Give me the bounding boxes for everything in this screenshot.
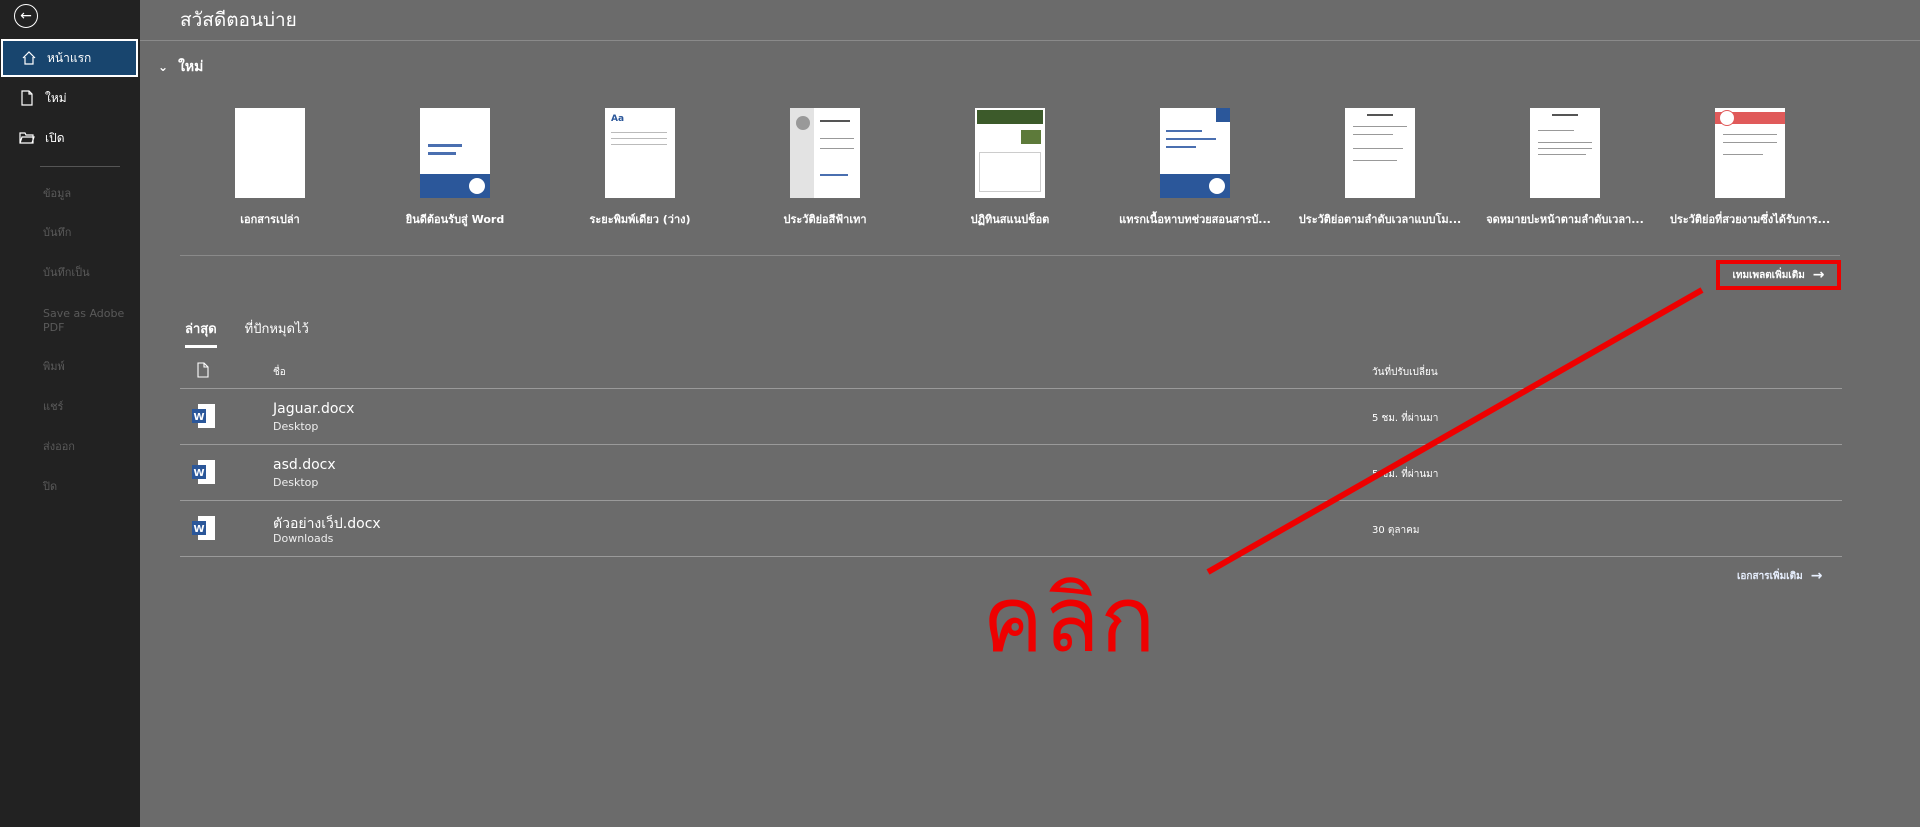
file-list-header: ชื่อ วันที่ปรับเปลี่ยน xyxy=(180,360,1842,389)
template-label: เอกสารเปล่า xyxy=(240,213,300,226)
template-thumbnail xyxy=(790,108,860,198)
file-modified: 30 ตุลาคม xyxy=(1372,525,1420,536)
file-modified: 5 ชม. ที่ผ่านมา xyxy=(1372,469,1439,480)
template-thumbnail xyxy=(1530,108,1600,198)
template-thumbnail xyxy=(975,108,1045,198)
template-thumbnail xyxy=(1715,108,1785,198)
sidebar-item-close[interactable]: ปิด xyxy=(43,480,133,494)
template-label: แทรกเนื้อหาบทช่วยสอนสารบั... xyxy=(1119,213,1271,226)
file-modified: 5 ชม. ที่ผ่านมา xyxy=(1372,413,1439,424)
template-polished-resume[interactable]: ประวัติย่อที่สวยงามซึ่งได้รับการ... xyxy=(1665,108,1835,228)
template-label: ประวัติย่อสีฟ้าเทา xyxy=(783,213,867,226)
sidebar-item-save-as-pdf[interactable]: Save as Adobe PDF xyxy=(43,307,133,335)
template-blue-grey-resume[interactable]: ประวัติย่อสีฟ้าเทา xyxy=(740,108,910,228)
template-thumbnail xyxy=(1345,108,1415,198)
word-doc-icon: W xyxy=(192,459,216,485)
file-location: Desktop xyxy=(273,476,319,489)
file-icon xyxy=(196,362,210,381)
file-location: Desktop xyxy=(273,420,319,433)
sidebar-item-save-as[interactable]: บันทึกเป็น xyxy=(43,266,133,280)
greeting-title: สวัสดีตอนบ่าย xyxy=(180,9,297,31)
file-row[interactable]: W Jaguar.docx Desktop 5 ชม. ที่ผ่านมา xyxy=(180,389,1842,445)
new-section-toggle[interactable]: ⌄ ใหม่ xyxy=(158,56,203,78)
template-welcome[interactable]: ยินดีต้อนรับสู่ Word xyxy=(370,108,540,228)
template-snapshot-calendar[interactable]: ปฏิทินสแนปช็อต xyxy=(925,108,1095,228)
svg-text:W: W xyxy=(193,524,204,535)
more-documents-link[interactable]: เอกสารเพิ่มเติม → xyxy=(1737,568,1822,584)
sidebar-divider xyxy=(40,166,120,167)
folder-open-icon xyxy=(19,130,39,146)
sidebar-item-new[interactable]: ใหม่ xyxy=(1,79,138,117)
template-label: ปฏิทินสแนปช็อต xyxy=(970,213,1050,226)
sidebar-item-label: ใหม่ xyxy=(45,90,67,105)
template-thumbnail xyxy=(1160,108,1230,198)
recent-tabs: ล่าสุด ที่ปักหมุดไว้ xyxy=(185,318,309,348)
template-label: ประวัติย่อที่สวยงามซึ่งได้รับการ... xyxy=(1669,213,1831,226)
sidebar-item-save[interactable]: บันทึก xyxy=(43,226,133,240)
home-icon xyxy=(21,50,41,66)
templates-divider xyxy=(180,255,1840,256)
more-templates-link[interactable]: เทมเพลตเพิ่มเติม → xyxy=(1716,260,1841,290)
template-modern-chronological-resume[interactable]: ประวัติย่อตามลำดับเวลาแบบโม... xyxy=(1295,108,1465,228)
new-doc-icon xyxy=(19,90,39,106)
template-thumbnail xyxy=(420,108,490,198)
sidebar-item-label: เปิด xyxy=(45,130,65,145)
sidebar-item-label: หน้าแรก xyxy=(47,50,92,65)
word-doc-icon: W xyxy=(192,515,216,541)
file-row[interactable]: W asd.docx Desktop 5 ชม. ที่ผ่านมา xyxy=(180,445,1842,501)
sidebar-item-export[interactable]: ส่งออก xyxy=(43,440,133,454)
more-documents-label: เอกสารเพิ่มเติม xyxy=(1737,570,1803,582)
main-area: สวัสดีตอนบ่าย ⌄ ใหม่ เอกสารเปล่า ยินดีต้… xyxy=(140,0,1920,827)
header-divider xyxy=(140,40,1920,41)
tab-recent[interactable]: ล่าสุด xyxy=(185,318,217,348)
column-header-name[interactable]: ชื่อ xyxy=(273,365,286,380)
template-chronological-cover-letter[interactable]: จดหมายปะหน้าตามลำดับเวลา... xyxy=(1480,108,1650,228)
back-arrow-icon[interactable]: ← xyxy=(14,4,38,28)
tab-pinned[interactable]: ที่ปักหมุดไว้ xyxy=(245,318,309,348)
template-toc-tutorial[interactable]: แทรกเนื้อหาบทช่วยสอนสารบั... xyxy=(1110,108,1280,228)
template-label: จดหมายปะหน้าตามลำดับเวลา... xyxy=(1486,213,1644,226)
chevron-down-icon: ⌄ xyxy=(158,60,169,74)
file-name: Jaguar.docx xyxy=(273,401,355,417)
template-label: ประวัติย่อตามลำดับเวลาแบบโม... xyxy=(1298,213,1462,226)
sidebar-item-info[interactable]: ข้อมูล xyxy=(43,187,133,201)
more-templates-label: เทมเพลตเพิ่มเติม xyxy=(1732,269,1805,281)
backstage-sidebar: ← หน้าแรก ใหม่ เปิด ข้อมูล บันทึก บันทึก… xyxy=(0,0,140,827)
word-doc-icon: W xyxy=(192,403,216,429)
column-header-modified[interactable]: วันที่ปรับเปลี่ยน xyxy=(1372,365,1438,380)
sidebar-item-share[interactable]: แชร์ xyxy=(43,400,133,414)
sidebar-item-print[interactable]: พิมพ์ xyxy=(43,360,133,374)
sidebar-item-home[interactable]: หน้าแรก xyxy=(1,39,138,77)
arrow-right-icon: → xyxy=(1810,568,1823,584)
file-name: asd.docx xyxy=(273,457,336,473)
template-label: ระยะพิมพ์เดียว (ว่าง) xyxy=(589,213,691,226)
svg-text:W: W xyxy=(193,468,204,479)
template-blank[interactable]: เอกสารเปล่า xyxy=(185,108,355,228)
file-location: Downloads xyxy=(273,532,334,545)
svg-text:W: W xyxy=(193,412,204,423)
new-section-title: ใหม่ xyxy=(178,59,204,75)
arrow-right-icon: → xyxy=(1812,267,1825,283)
template-thumbnail xyxy=(235,108,305,198)
annotation-click-text: คลิก xyxy=(982,566,1156,673)
template-thumbnail: Aa xyxy=(605,108,675,198)
template-single-spaced[interactable]: Aa ระยะพิมพ์เดียว (ว่าง) xyxy=(555,108,725,228)
sidebar-item-open[interactable]: เปิด xyxy=(1,119,138,157)
template-label: ยินดีต้อนรับสู่ Word xyxy=(405,213,505,226)
